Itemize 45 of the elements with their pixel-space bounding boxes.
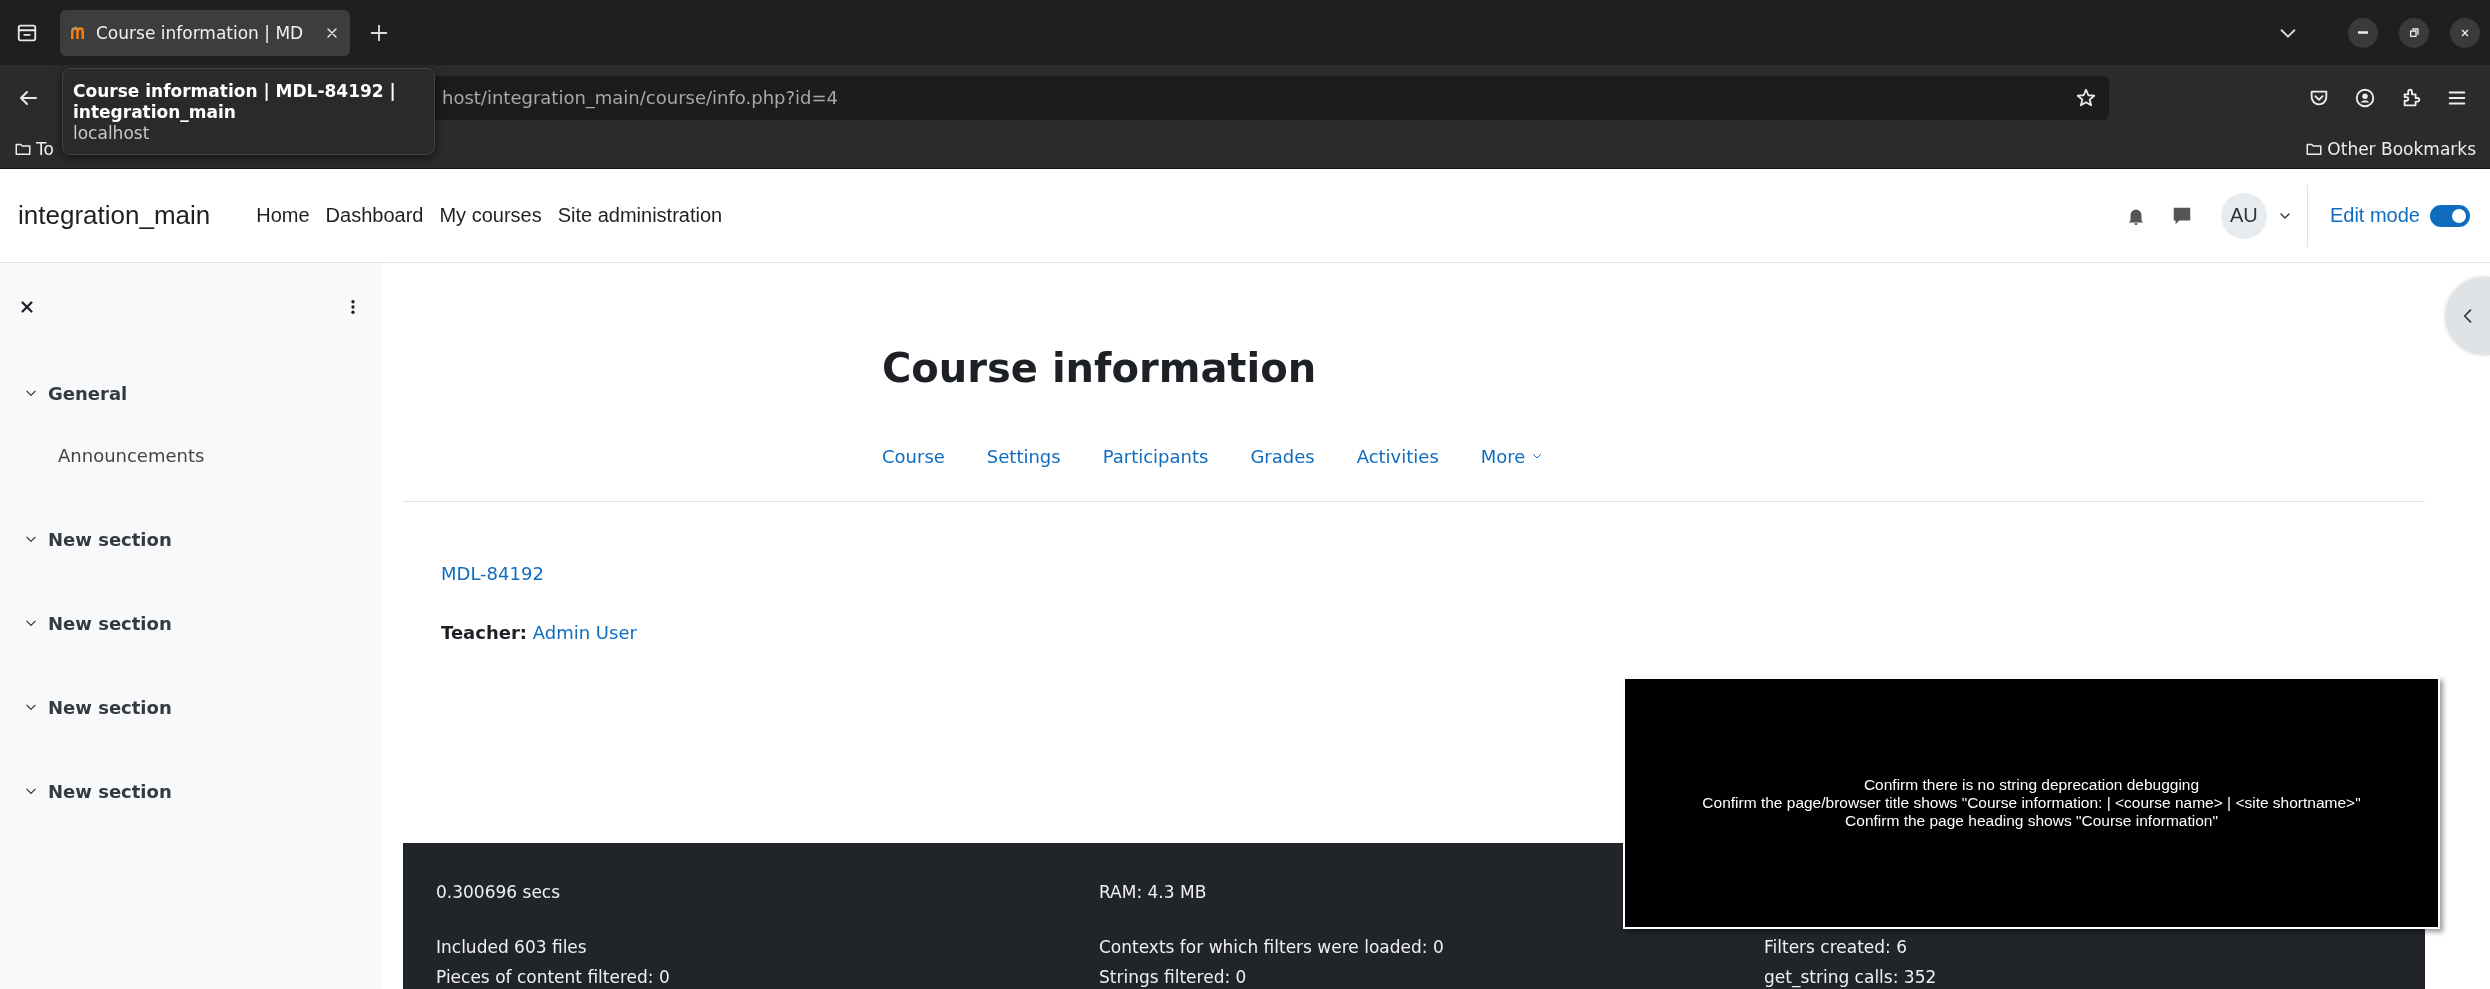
perf-stat: RAM: 4.3 MB xyxy=(1099,881,1208,903)
section-title[interactable]: New section xyxy=(48,612,172,634)
perf-stat: Pieces of content filtered: 0 xyxy=(436,966,671,989)
site-name[interactable]: integration_main xyxy=(18,200,211,231)
edit-mode-toggle[interactable] xyxy=(2430,204,2470,227)
page-heading: Course information xyxy=(882,345,1317,391)
tab-tooltip: Course information | MDL-84192 | integration_main localhost xyxy=(62,68,435,155)
instructions-text: Confirm there is no string deprecation debugging Confirm the page/browser title shows "Course information: | <course name> | <site shortname>" Confirm the page heading shows "Course information" xyxy=(1702,776,2361,830)
close-button[interactable] xyxy=(2450,17,2480,48)
minimize-icon xyxy=(2358,31,2368,34)
restore-button[interactable] xyxy=(2399,17,2429,48)
section-title[interactable]: General xyxy=(48,382,128,404)
perf-stat: Filters created: 6 xyxy=(1764,935,1909,958)
nav-tab[interactable]: Settings xyxy=(965,439,1082,473)
star-icon[interactable] xyxy=(2075,86,2097,109)
activity-link[interactable]: Announcements xyxy=(0,435,382,475)
account-icon[interactable] xyxy=(2354,86,2376,109)
nav-tab[interactable]: Activities xyxy=(1335,439,1460,473)
nav-tab[interactable]: Course xyxy=(861,439,966,473)
nav-tab[interactable]: Participants xyxy=(1081,439,1230,473)
close-icon[interactable] xyxy=(18,298,36,316)
nav-tab[interactable]: More xyxy=(1459,439,1565,473)
user-avatar[interactable]: AU xyxy=(2220,192,2267,239)
other-bookmarks[interactable]: Other Bookmarks xyxy=(2305,139,2476,159)
section-title[interactable]: New section xyxy=(48,780,172,802)
section-title[interactable]: New section xyxy=(48,696,172,718)
nav-link[interactable]: Site administration xyxy=(557,204,723,227)
perf-stat: Included 603 files xyxy=(436,935,588,958)
bookmark[interactable]: To xyxy=(14,139,54,159)
drawer-toggle[interactable] xyxy=(2445,277,2490,355)
teacher-line: Teacher: Admin User xyxy=(441,622,637,643)
perf-stat: 0.300696 secs xyxy=(436,881,562,903)
perf-stat: Strings filtered: 0 xyxy=(1099,966,1248,989)
teacher-link[interactable]: Admin User xyxy=(532,622,637,643)
minimize-button[interactable] xyxy=(2348,17,2378,48)
section-title[interactable]: New section xyxy=(48,528,172,550)
nav-tab[interactable]: Grades xyxy=(1229,439,1336,473)
browser-tab[interactable]: Course information | MD xyxy=(60,9,350,56)
edit-mode-label[interactable]: Edit mode xyxy=(2329,204,2420,227)
course-link[interactable]: MDL-84192 xyxy=(441,563,544,584)
nav-link[interactable]: My courses xyxy=(439,204,542,227)
perf-stat: Contexts for which filters were loaded: 0 xyxy=(1099,935,1445,958)
nav-link[interactable]: Home xyxy=(256,204,310,227)
nav-link[interactable]: Dashboard xyxy=(325,204,424,227)
perf-stat: get_string calls: 352 xyxy=(1764,966,1938,989)
